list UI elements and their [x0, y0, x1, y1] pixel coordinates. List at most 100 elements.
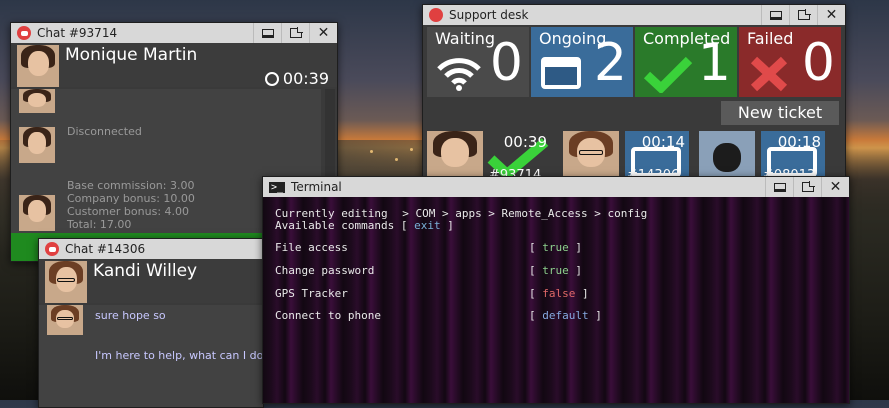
- customer-bonus: Customer bonus: 4.00: [67, 205, 190, 218]
- avatar: [19, 89, 55, 113]
- ticket-time: 00:14: [641, 133, 685, 151]
- close-button[interactable]: ✕: [309, 23, 337, 43]
- terminal-icon: >_: [269, 181, 286, 193]
- chat-titlebar[interactable]: Chat #14306: [39, 239, 263, 259]
- chat-titlebar[interactable]: Chat #93714 ✕: [11, 23, 337, 43]
- support-icon: [429, 8, 443, 22]
- popout-icon: [797, 9, 811, 20]
- setting-value-connect-to-phone[interactable]: [ default ]: [529, 309, 602, 322]
- desk-titlebar[interactable]: Support desk ✕: [423, 5, 845, 25]
- ticket-card[interactable]: [699, 131, 763, 179]
- minimize-icon: [773, 182, 786, 192]
- setting-value-change-password[interactable]: [ true ]: [529, 264, 582, 277]
- message-text: I'm here to help, what can I do for: [95, 349, 282, 362]
- setting-value-gps-tracker[interactable]: [ false ]: [529, 287, 589, 300]
- new-ticket-button[interactable]: New ticket: [721, 101, 839, 125]
- close-icon: ✕: [829, 179, 842, 195]
- terminal-window: >_ Terminal ✕ Currently editing > COM > …: [262, 176, 850, 404]
- stat-value: 2: [593, 33, 627, 93]
- timer-value: 00:39: [282, 69, 329, 88]
- base-commission: Base commission: 3.00: [67, 179, 195, 192]
- stat-waiting[interactable]: Waiting 0: [427, 27, 529, 97]
- close-button[interactable]: ✕: [817, 5, 845, 25]
- message-text: sure hope so: [95, 309, 166, 322]
- popout-icon: [801, 181, 815, 192]
- bracket: [: [529, 241, 536, 254]
- avatar: [45, 261, 87, 303]
- stat-failed[interactable]: Failed 0: [739, 27, 841, 97]
- chat-bubble-icon: [45, 242, 59, 256]
- popout-icon: [289, 27, 303, 38]
- window-title: Terminal: [291, 180, 342, 194]
- avatar: [563, 131, 619, 179]
- close-icon: ✕: [825, 7, 838, 23]
- bracket: ]: [575, 241, 582, 254]
- bracket: [: [529, 264, 536, 277]
- bracket: ]: [582, 287, 589, 300]
- ticket-time: 00:18: [777, 133, 821, 151]
- minimize-button[interactable]: [765, 177, 793, 197]
- ticket-card[interactable]: [427, 131, 491, 179]
- status-text: Disconnected: [67, 125, 142, 138]
- message-list[interactable]: sure hope so I'm here to help, what can …: [39, 305, 282, 407]
- total: Total: 17.00: [67, 218, 132, 231]
- stat-completed[interactable]: Completed 1: [635, 27, 737, 97]
- chat-bubble-icon: [17, 26, 31, 40]
- avatar: [19, 127, 55, 163]
- stat-value: 1: [697, 33, 731, 93]
- setting-label: Connect to phone: [275, 309, 381, 322]
- window-title: Chat #14306: [65, 242, 146, 256]
- wifi-icon: [437, 58, 481, 91]
- terminal-output[interactable]: Currently editing > COM > apps > Remote_…: [263, 197, 849, 403]
- chat-window-14306: Chat #14306 Kandi Willey sure hope so I'…: [38, 238, 282, 408]
- popout-button[interactable]: [789, 5, 817, 25]
- setting-value: true: [542, 264, 569, 277]
- avatar: [427, 131, 483, 179]
- ticket-time: 00:39: [503, 133, 547, 151]
- popout-button[interactable]: [281, 23, 309, 43]
- bracket: ]: [447, 219, 454, 232]
- setting-value-file-access[interactable]: [ true ]: [529, 241, 582, 254]
- stat-ongoing[interactable]: Ongoing 2: [531, 27, 633, 97]
- commands-label: Available commands [: [275, 219, 408, 232]
- ticket-card-08013[interactable]: 00:18 #08013: [761, 131, 825, 183]
- avatar: [699, 131, 755, 179]
- setting-value: false: [542, 287, 576, 300]
- window-icon: [541, 57, 581, 89]
- ticket-card-14306[interactable]: 00:14 #14306: [625, 131, 689, 183]
- minimize-button[interactable]: [761, 5, 789, 25]
- contact-name: Kandi Willey: [93, 261, 198, 281]
- close-button[interactable]: ✕: [821, 177, 849, 197]
- stat-value: 0: [801, 33, 835, 93]
- ticket-card[interactable]: [563, 131, 627, 179]
- setting-value: default: [542, 309, 589, 322]
- minimize-icon: [769, 10, 782, 20]
- ticket-card-93714[interactable]: 00:39 #93714: [487, 131, 551, 183]
- bracket: [: [529, 309, 536, 322]
- stat-label: Waiting: [435, 29, 496, 48]
- bracket: ]: [575, 264, 582, 277]
- avatar: [19, 195, 55, 231]
- bracket: [: [529, 287, 536, 300]
- clock-icon: [264, 71, 279, 86]
- bracket: ]: [595, 309, 602, 322]
- setting-label: Change password: [275, 264, 375, 277]
- window-title: Support desk: [449, 8, 529, 22]
- commands-line: Available commands [ exit ]: [275, 219, 454, 232]
- town-light: [410, 148, 413, 151]
- close-icon: ✕: [317, 25, 330, 41]
- chat-header: Kandi Willey: [39, 259, 263, 303]
- window-title: Chat #93714: [37, 26, 118, 40]
- stat-value: 0: [489, 33, 523, 93]
- exit-command-link[interactable]: exit: [414, 219, 441, 232]
- terminal-titlebar[interactable]: >_ Terminal ✕: [263, 177, 849, 197]
- setting-value: true: [542, 241, 569, 254]
- popout-button[interactable]: [793, 177, 821, 197]
- company-bonus: Company bonus: 10.00: [67, 192, 195, 205]
- minimize-button[interactable]: [253, 23, 281, 43]
- commission-summary: Base commission: 3.00 Company bonus: 10.…: [67, 179, 195, 231]
- chat-header: Monique Martin 00:39: [11, 43, 337, 88]
- chat-timer: 00:39: [264, 69, 329, 88]
- town-light: [395, 158, 398, 161]
- setting-label: GPS Tracker: [275, 287, 348, 300]
